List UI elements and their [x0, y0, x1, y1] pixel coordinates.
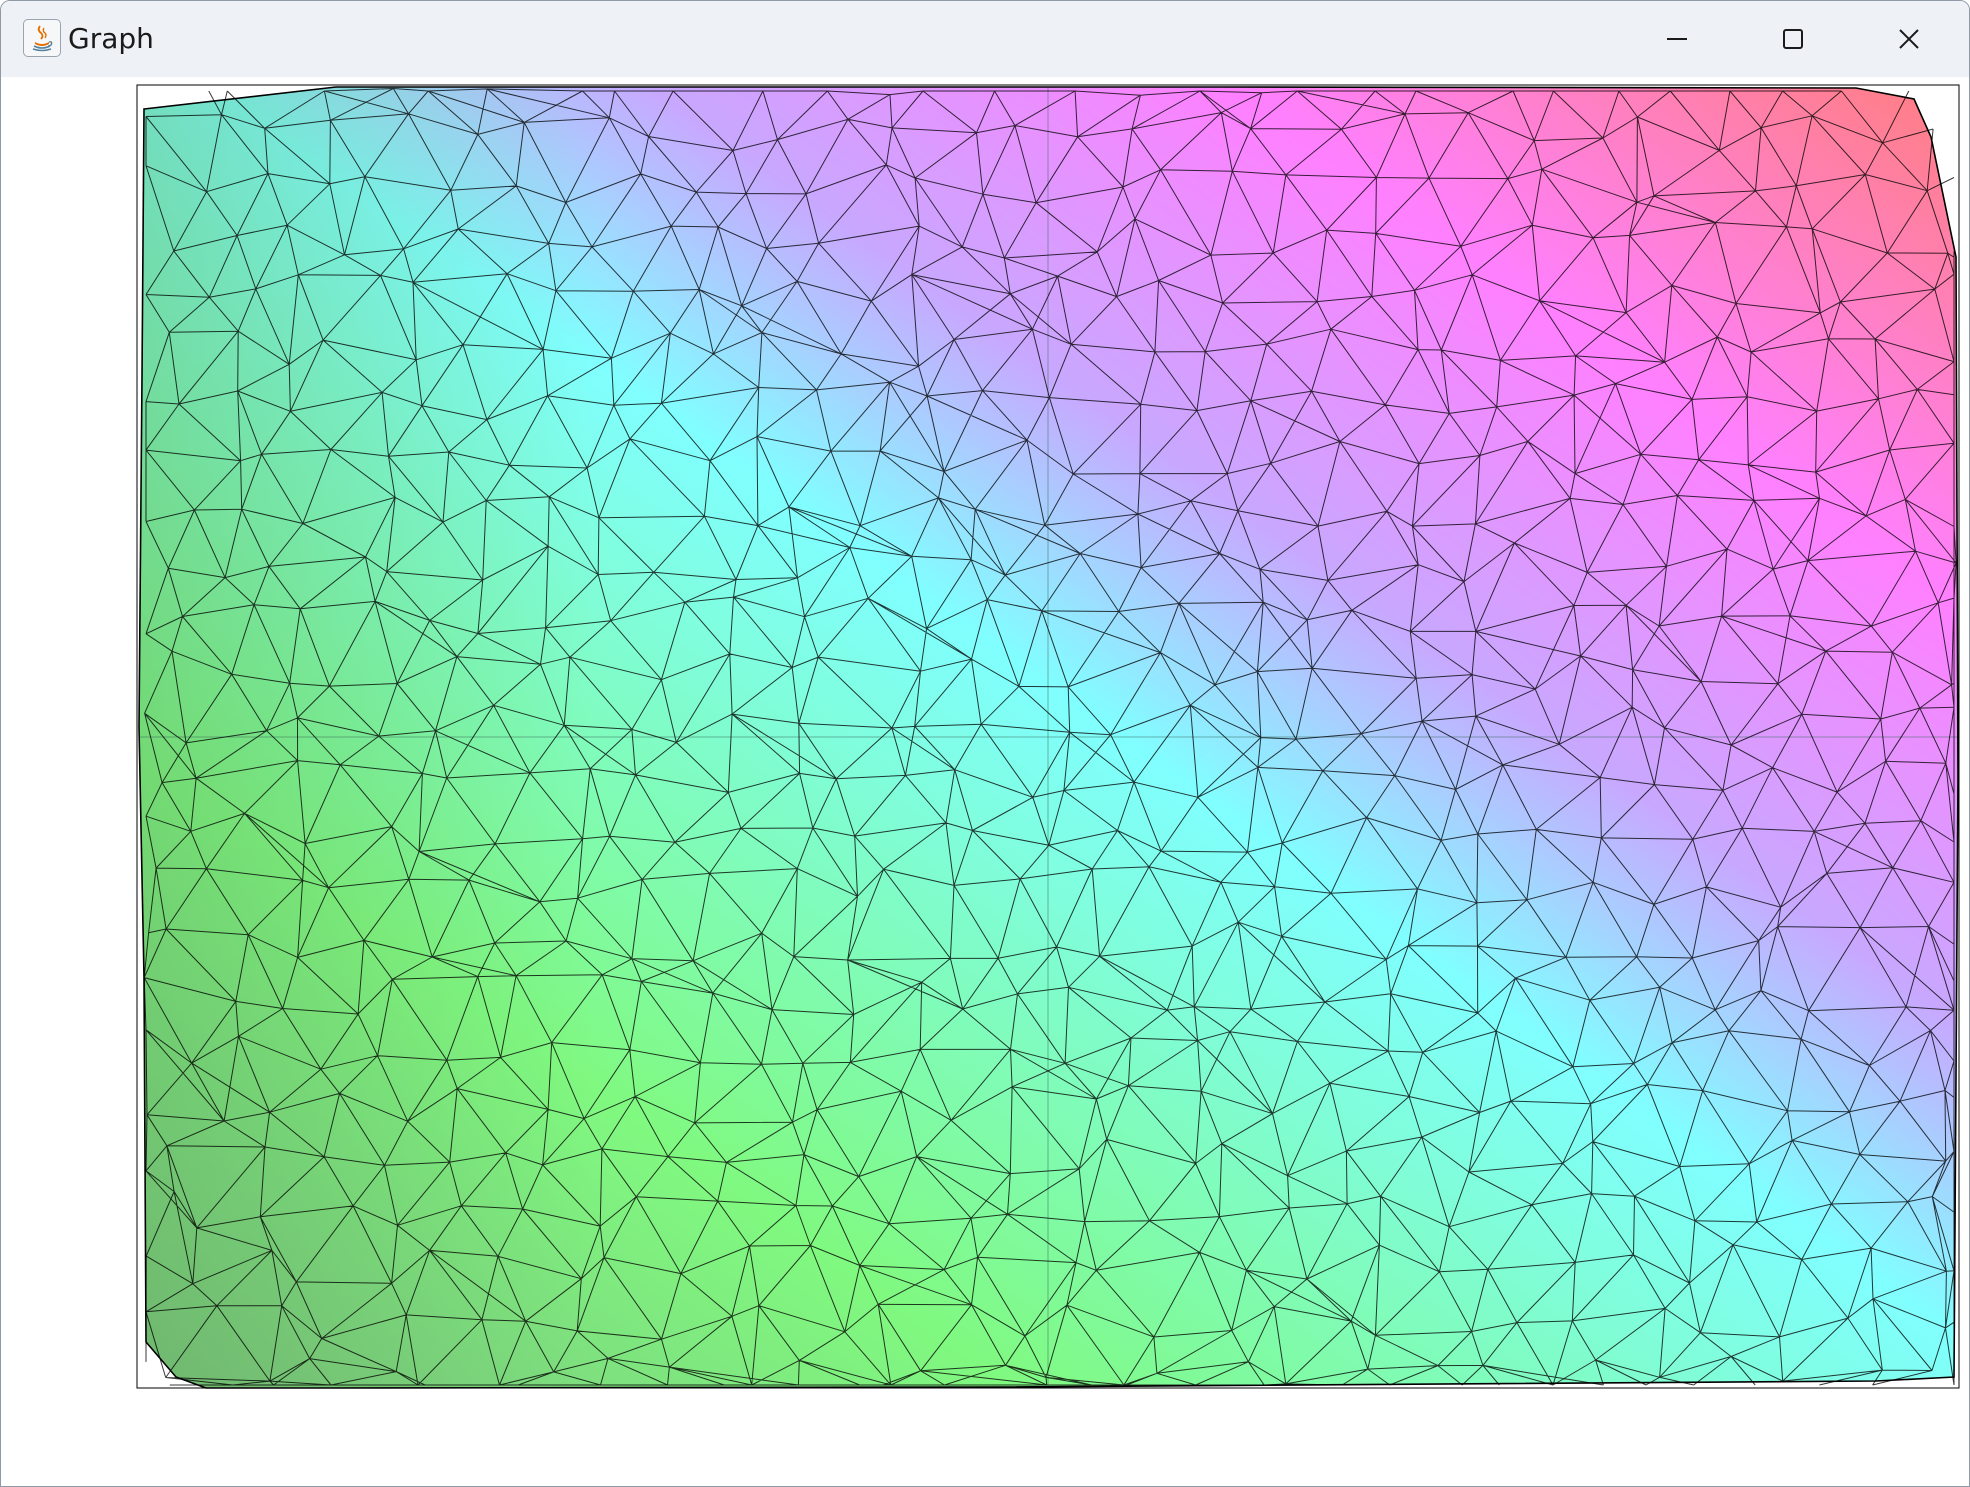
maximize-icon [1783, 29, 1803, 49]
minimize-button[interactable] [1619, 1, 1735, 77]
close-icon [1899, 29, 1919, 49]
close-button[interactable] [1851, 1, 1967, 77]
app-window: Graph [0, 0, 1970, 1487]
title-bar[interactable]: Graph [1, 1, 1969, 77]
maximize-button[interactable] [1735, 1, 1851, 77]
triangulated-mesh-plot [136, 84, 1960, 1389]
graph-canvas[interactable] [6, 77, 1964, 1482]
minimize-icon [1667, 38, 1687, 40]
window-title: Graph [68, 22, 154, 55]
java-coffee-cup-icon [23, 19, 61, 57]
